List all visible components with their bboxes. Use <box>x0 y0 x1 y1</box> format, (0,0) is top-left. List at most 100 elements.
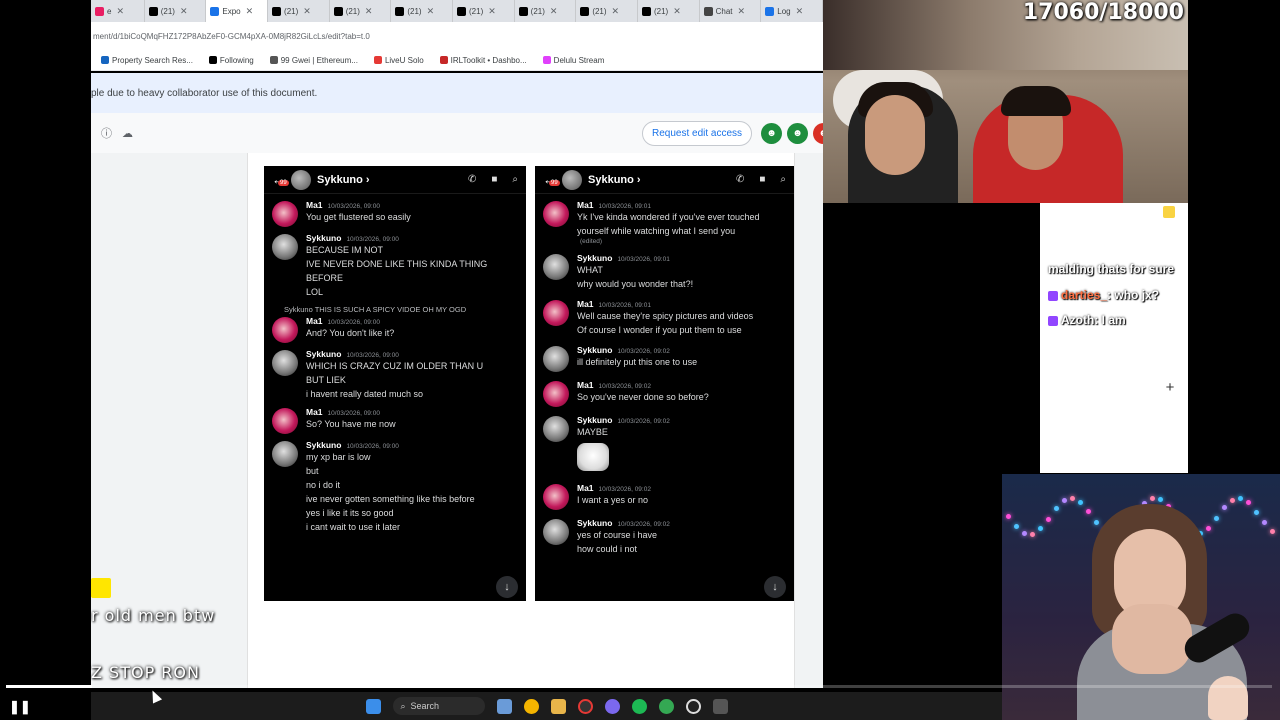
bookmark-item[interactable]: 99 Gwei | Ethereum... <box>269 56 358 65</box>
bookmark-item[interactable]: LiveU Solo <box>373 56 424 65</box>
browser-tab[interactable]: Chat ✕ <box>700 0 762 22</box>
light-bulb <box>1262 520 1267 525</box>
light-bulb <box>1150 496 1155 501</box>
message-list: Ma1 10/03/2026, 09:01 Yk I've kinda wonder… <box>535 194 794 556</box>
scroll-down-icon: ↓ <box>764 576 786 598</box>
reply-preview: Sykkuno THIS IS SUCH A SPICY VIDOE OH MY… <box>284 305 467 314</box>
message-text: yourself while watching what I send you <box>577 226 736 236</box>
browser-tab-strip: e ✕ (21) ✕ Expo ✕ (21) ✕ (21) ✕ (21) ✕ (21) ✕ (21) ✕ (21… <box>91 0 823 22</box>
message-text: And? You don't like it? <box>306 328 395 338</box>
pause-icon[interactable]: ❚❚ <box>9 699 31 715</box>
message-timestamp: 10/03/2026, 09:02 <box>598 486 651 493</box>
tab-label: (21) <box>592 6 607 16</box>
close-tab-icon[interactable]: ✕ <box>427 6 435 17</box>
avatar <box>272 408 298 434</box>
close-tab-icon[interactable]: ✕ <box>180 6 188 17</box>
tab-favicon-icon <box>95 6 104 16</box>
browser-tab[interactable]: (21) ✕ <box>268 0 330 22</box>
close-tab-icon[interactable]: ✕ <box>738 6 746 17</box>
light-bulb <box>1230 498 1235 503</box>
browser-tab[interactable]: (21) ✕ <box>515 0 577 22</box>
message-text: BUT LIEK <box>306 375 346 385</box>
chat-message: Sykkuno 10/03/2026, 09:02 MAYBE <box>535 415 794 475</box>
message-text: I want a yes or no <box>577 495 649 505</box>
bookmark-item[interactable]: Property Search Res... <box>101 56 193 65</box>
overlay-text: r old men btw <box>91 606 216 625</box>
close-tab-icon[interactable]: ✕ <box>365 6 373 17</box>
avatar <box>272 317 298 343</box>
search-icon: ⌕ <box>780 174 786 185</box>
message-text: ive never gotten something like this bef… <box>306 494 475 504</box>
browser-tab[interactable]: Expo ✕ <box>206 0 269 22</box>
close-tab-icon[interactable]: ✕ <box>116 6 124 17</box>
light-bulb <box>1214 516 1219 521</box>
bookmark-label: IRLToolkit • Dashbo... <box>450 55 527 65</box>
avatar <box>543 300 569 326</box>
avatar <box>272 234 298 260</box>
close-tab-icon[interactable]: ✕ <box>673 6 681 17</box>
header-icons: ✆ ■ ⌕ <box>468 174 518 185</box>
back-arrow-icon: ←99 <box>543 172 560 187</box>
chat-message: malding thats for sure <box>1048 262 1175 276</box>
browser-tab[interactable]: (21) ✕ <box>391 0 453 22</box>
message-text: my xp bar is low <box>306 452 371 462</box>
avatar <box>543 201 569 227</box>
avatar <box>272 441 298 467</box>
request-edit-access-button[interactable]: Request edit access <box>642 121 753 146</box>
message-text: i cant wait to use it later <box>306 522 401 532</box>
avatar <box>543 254 569 280</box>
avatar <box>543 346 569 372</box>
message-author: Ma1 <box>577 299 594 309</box>
browser-tab[interactable]: (21) ✕ <box>638 0 700 22</box>
edited-label: (edited) <box>580 238 603 245</box>
message-timestamp: 10/03/2026, 09:01 <box>598 203 651 210</box>
avatar <box>543 416 569 442</box>
close-tab-icon[interactable]: ✕ <box>550 6 558 17</box>
url-text[interactable]: ment/d/1biCoQMqFHZ172P8AbZeF0-GCM4pXA-0M… <box>93 32 370 41</box>
browser-tab[interactable]: (21) ✕ <box>145 0 207 22</box>
browser-tab[interactable]: e ✕ <box>91 0 145 22</box>
bookmark-favicon-icon <box>439 56 448 64</box>
close-tab-icon[interactable]: ✕ <box>796 6 804 17</box>
sticker-image <box>577 443 609 471</box>
message-timestamp: 10/03/2026, 09:00 <box>346 443 399 450</box>
message-timestamp: 10/03/2026, 09:02 <box>617 521 670 528</box>
cloud-icon[interactable]: ☁ <box>122 127 133 140</box>
call-icon: ✆ <box>467 174 477 185</box>
browser-tab[interactable]: Log ✕ <box>761 0 823 22</box>
light-bulb <box>1046 517 1051 522</box>
progress-played[interactable] <box>6 685 92 688</box>
bookmark-favicon-icon <box>373 56 382 64</box>
message-author: Sykkuno <box>577 345 613 355</box>
tab-label: Chat <box>715 6 733 16</box>
chat-message: Sykkuno 10/03/2026, 09:00 WHICH IS CRAZY C… <box>264 349 526 401</box>
bookmark-item[interactable]: Delulu Stream <box>542 56 604 65</box>
collaborator-avatar-icon[interactable]: ☻ <box>761 123 782 144</box>
collaborator-avatar-icon[interactable]: ☻ <box>787 123 808 144</box>
address-bar[interactable]: ment/d/1biCoQMqFHZ172P8AbZeF0-GCM4pXA-0M… <box>91 22 823 50</box>
notice-text: ple due to heavy collaborator use of thi… <box>91 87 318 99</box>
message-timestamp: 10/03/2026, 09:00 <box>327 319 380 326</box>
bookmark-item[interactable]: IRLToolkit • Dashbo... <box>439 55 527 65</box>
plus-icon[interactable]: + <box>1163 380 1177 396</box>
info-icon[interactable]: ⓘ <box>101 125 112 141</box>
search-icon: ⌕ <box>512 174 518 185</box>
twitch-badge-icon <box>1048 315 1058 326</box>
light-bulb <box>1222 505 1227 510</box>
browser-tab[interactable]: (21) ✕ <box>453 0 515 22</box>
close-tab-icon[interactable]: ✕ <box>488 6 496 17</box>
bookmark-item[interactable]: Following <box>208 56 254 65</box>
bookmark-favicon-icon <box>208 56 217 64</box>
close-tab-icon[interactable]: ✕ <box>246 6 254 17</box>
person-left-face <box>865 95 925 175</box>
browser-tab[interactable]: (21) ✕ <box>576 0 638 22</box>
progress-track[interactable] <box>92 685 1272 688</box>
message-timestamp: 10/03/2026, 09:01 <box>598 302 651 309</box>
avatar <box>272 350 298 376</box>
close-tab-icon[interactable]: ✕ <box>303 6 311 17</box>
chat-screenshot-right: ←99 Sykkuno › ✆ ■ ⌕ Ma1 10/03/2026, 09:01… <box>535 166 794 601</box>
light-bulb <box>1038 526 1043 531</box>
tab-label: Expo <box>222 6 241 16</box>
browser-tab[interactable]: (21) ✕ <box>330 0 392 22</box>
close-tab-icon[interactable]: ✕ <box>612 6 620 17</box>
